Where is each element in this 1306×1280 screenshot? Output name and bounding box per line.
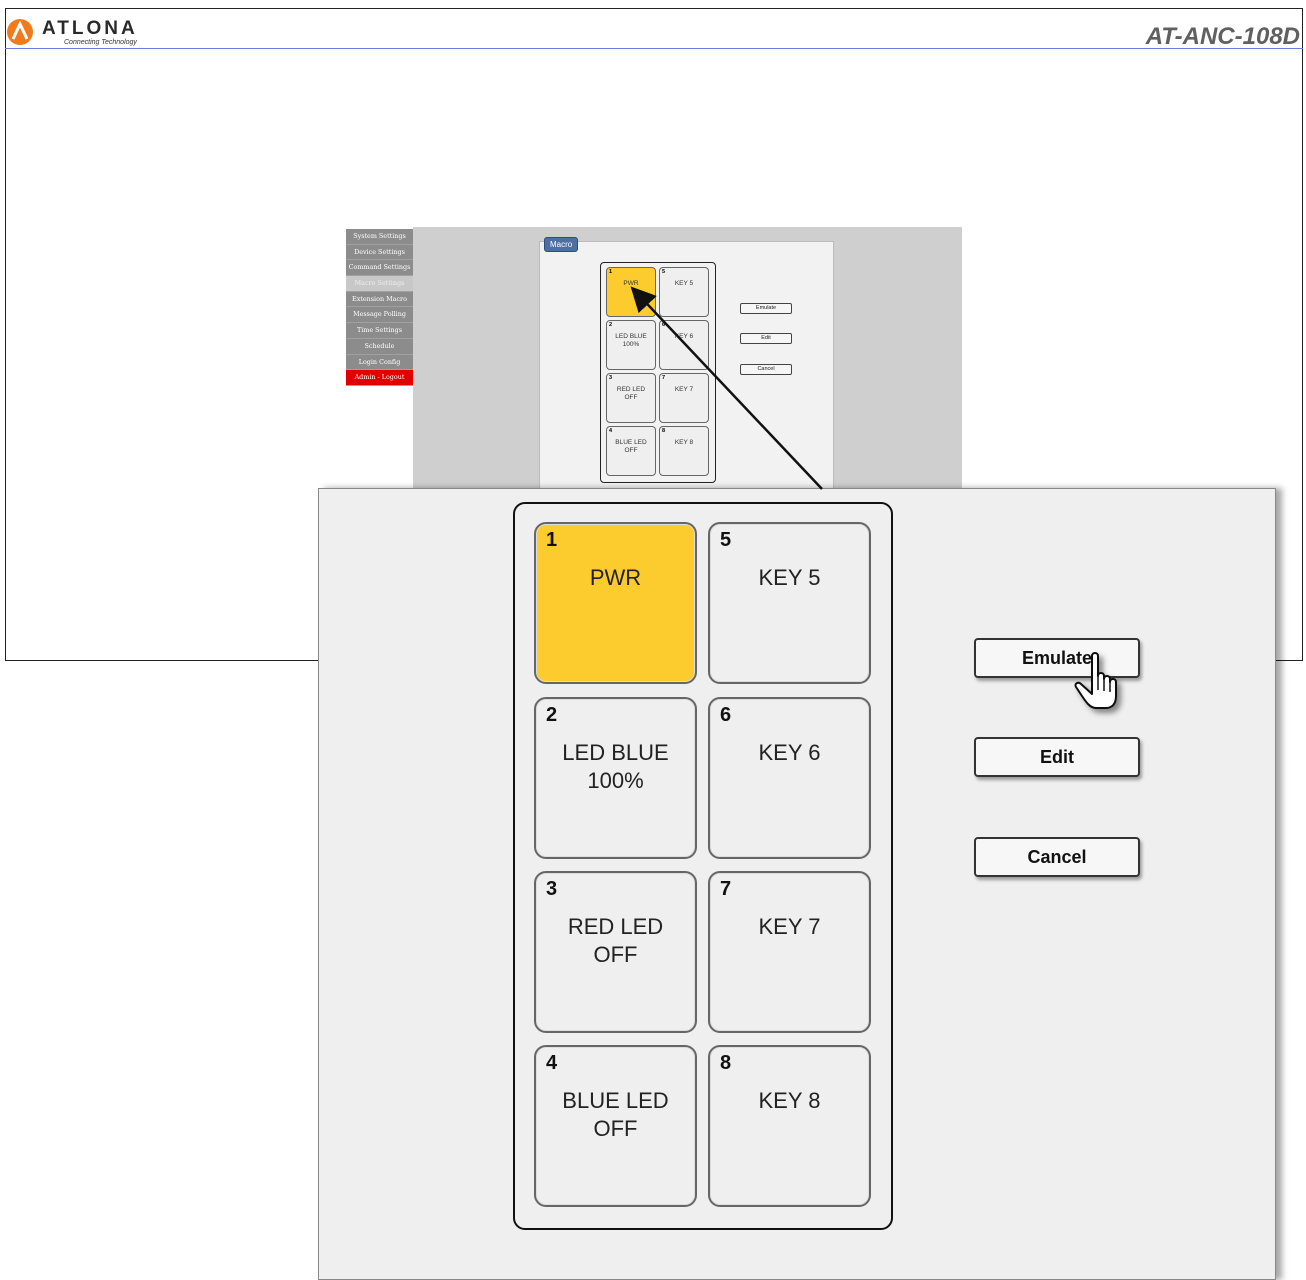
- key-6[interactable]: 6 KEY 6: [708, 697, 871, 859]
- key-label: BLUE LED OFF: [562, 1088, 669, 1141]
- sidebar-item-message-polling[interactable]: Message Polling: [346, 307, 413, 324]
- sidebar-item-login-config[interactable]: Login Config: [346, 354, 413, 371]
- brand-name: ATLONA: [42, 18, 138, 39]
- sidebar-item-device-settings[interactable]: Device Settings: [346, 244, 413, 261]
- key-label: KEY 6: [758, 740, 821, 765]
- small-key-label: KEY 7: [674, 386, 694, 393]
- small-key-5[interactable]: 5 KEY 5: [659, 267, 709, 317]
- key-label: KEY 7: [758, 914, 821, 939]
- small-edit-button[interactable]: Edit: [740, 333, 792, 344]
- key-number: 7: [720, 878, 732, 900]
- key-4[interactable]: 4 BLUE LED OFF: [534, 1045, 697, 1207]
- atlona-logo-icon: [7, 19, 33, 45]
- small-key-number: 8: [662, 428, 666, 434]
- key-3[interactable]: 3 RED LED OFF: [534, 871, 697, 1033]
- key-number: 1: [546, 529, 558, 551]
- sidebar-item-command-settings[interactable]: Command Settings: [346, 260, 413, 277]
- small-key-1[interactable]: 1 PWR: [606, 267, 656, 317]
- logout-button[interactable]: Admin - Logout: [346, 370, 413, 386]
- sidebar-item-macro-settings[interactable]: Macro Settings: [346, 276, 413, 292]
- header-divider: [5, 48, 1303, 49]
- small-key-2[interactable]: 2 LED BLUE 100%: [606, 320, 656, 370]
- cancel-button[interactable]: Cancel: [974, 837, 1140, 877]
- small-key-label: BLUE LED OFF: [615, 439, 647, 454]
- small-key-label: RED LED OFF: [616, 386, 646, 401]
- key-label: KEY 5: [758, 565, 821, 590]
- small-key-3[interactable]: 3 RED LED OFF: [606, 373, 656, 423]
- macro-panel-title: Macro: [544, 237, 579, 252]
- small-key-label: PWR: [623, 280, 639, 287]
- small-key-label: KEY 6: [674, 333, 694, 340]
- small-key-number: 2: [609, 322, 613, 328]
- hand-cursor-icon: [1074, 652, 1117, 709]
- small-emulate-button[interactable]: Emulate: [740, 303, 792, 314]
- brand-tagline: Connecting Technology: [64, 39, 137, 46]
- small-key-number: 4: [609, 428, 613, 434]
- key-number: 4: [546, 1052, 558, 1074]
- key-number: 5: [720, 529, 732, 551]
- small-key-number: 7: [662, 375, 666, 381]
- small-key-number: 3: [609, 375, 613, 381]
- small-key-4[interactable]: 4 BLUE LED OFF: [606, 426, 656, 476]
- small-key-8[interactable]: 8 KEY 8: [659, 426, 709, 476]
- key-label: PWR: [589, 565, 642, 590]
- model-name: AT-ANC-108D: [1145, 23, 1300, 50]
- small-key-7[interactable]: 7 KEY 7: [659, 373, 709, 423]
- sidebar: System Settings Device Settings Command …: [346, 229, 413, 386]
- key-number: 2: [546, 704, 558, 726]
- small-key-label: KEY 5: [674, 280, 694, 287]
- key-7[interactable]: 7 KEY 7: [708, 871, 871, 1033]
- small-key-6[interactable]: 6 KEY 6: [659, 320, 709, 370]
- small-key-label: LED BLUE 100%: [615, 333, 647, 348]
- small-key-number: 6: [662, 322, 666, 328]
- edit-button[interactable]: Edit: [974, 737, 1140, 777]
- small-key-number: 1: [609, 269, 613, 275]
- small-key-number: 5: [662, 269, 666, 275]
- key-8[interactable]: 8 KEY 8: [708, 1045, 871, 1207]
- small-cancel-button[interactable]: Cancel: [740, 364, 792, 375]
- key-number: 6: [720, 704, 732, 726]
- sidebar-item-extension-macro[interactable]: Extension Macro: [346, 291, 413, 308]
- key-label: KEY 8: [758, 1088, 821, 1113]
- key-number: 8: [720, 1052, 732, 1074]
- key-label: LED BLUE 100%: [562, 740, 669, 793]
- key-1[interactable]: 1 PWR: [534, 522, 697, 684]
- sidebar-item-time-settings[interactable]: Time Settings: [346, 323, 413, 339]
- key-label: RED LED OFF: [567, 914, 664, 967]
- sidebar-item-system-settings[interactable]: System Settings: [346, 229, 413, 245]
- key-number: 3: [546, 878, 558, 900]
- key-5[interactable]: 5 KEY 5: [708, 522, 871, 684]
- sidebar-item-schedule[interactable]: Schedule: [346, 338, 413, 355]
- key-2[interactable]: 2 LED BLUE 100%: [534, 697, 697, 859]
- small-key-label: KEY 8: [674, 439, 694, 446]
